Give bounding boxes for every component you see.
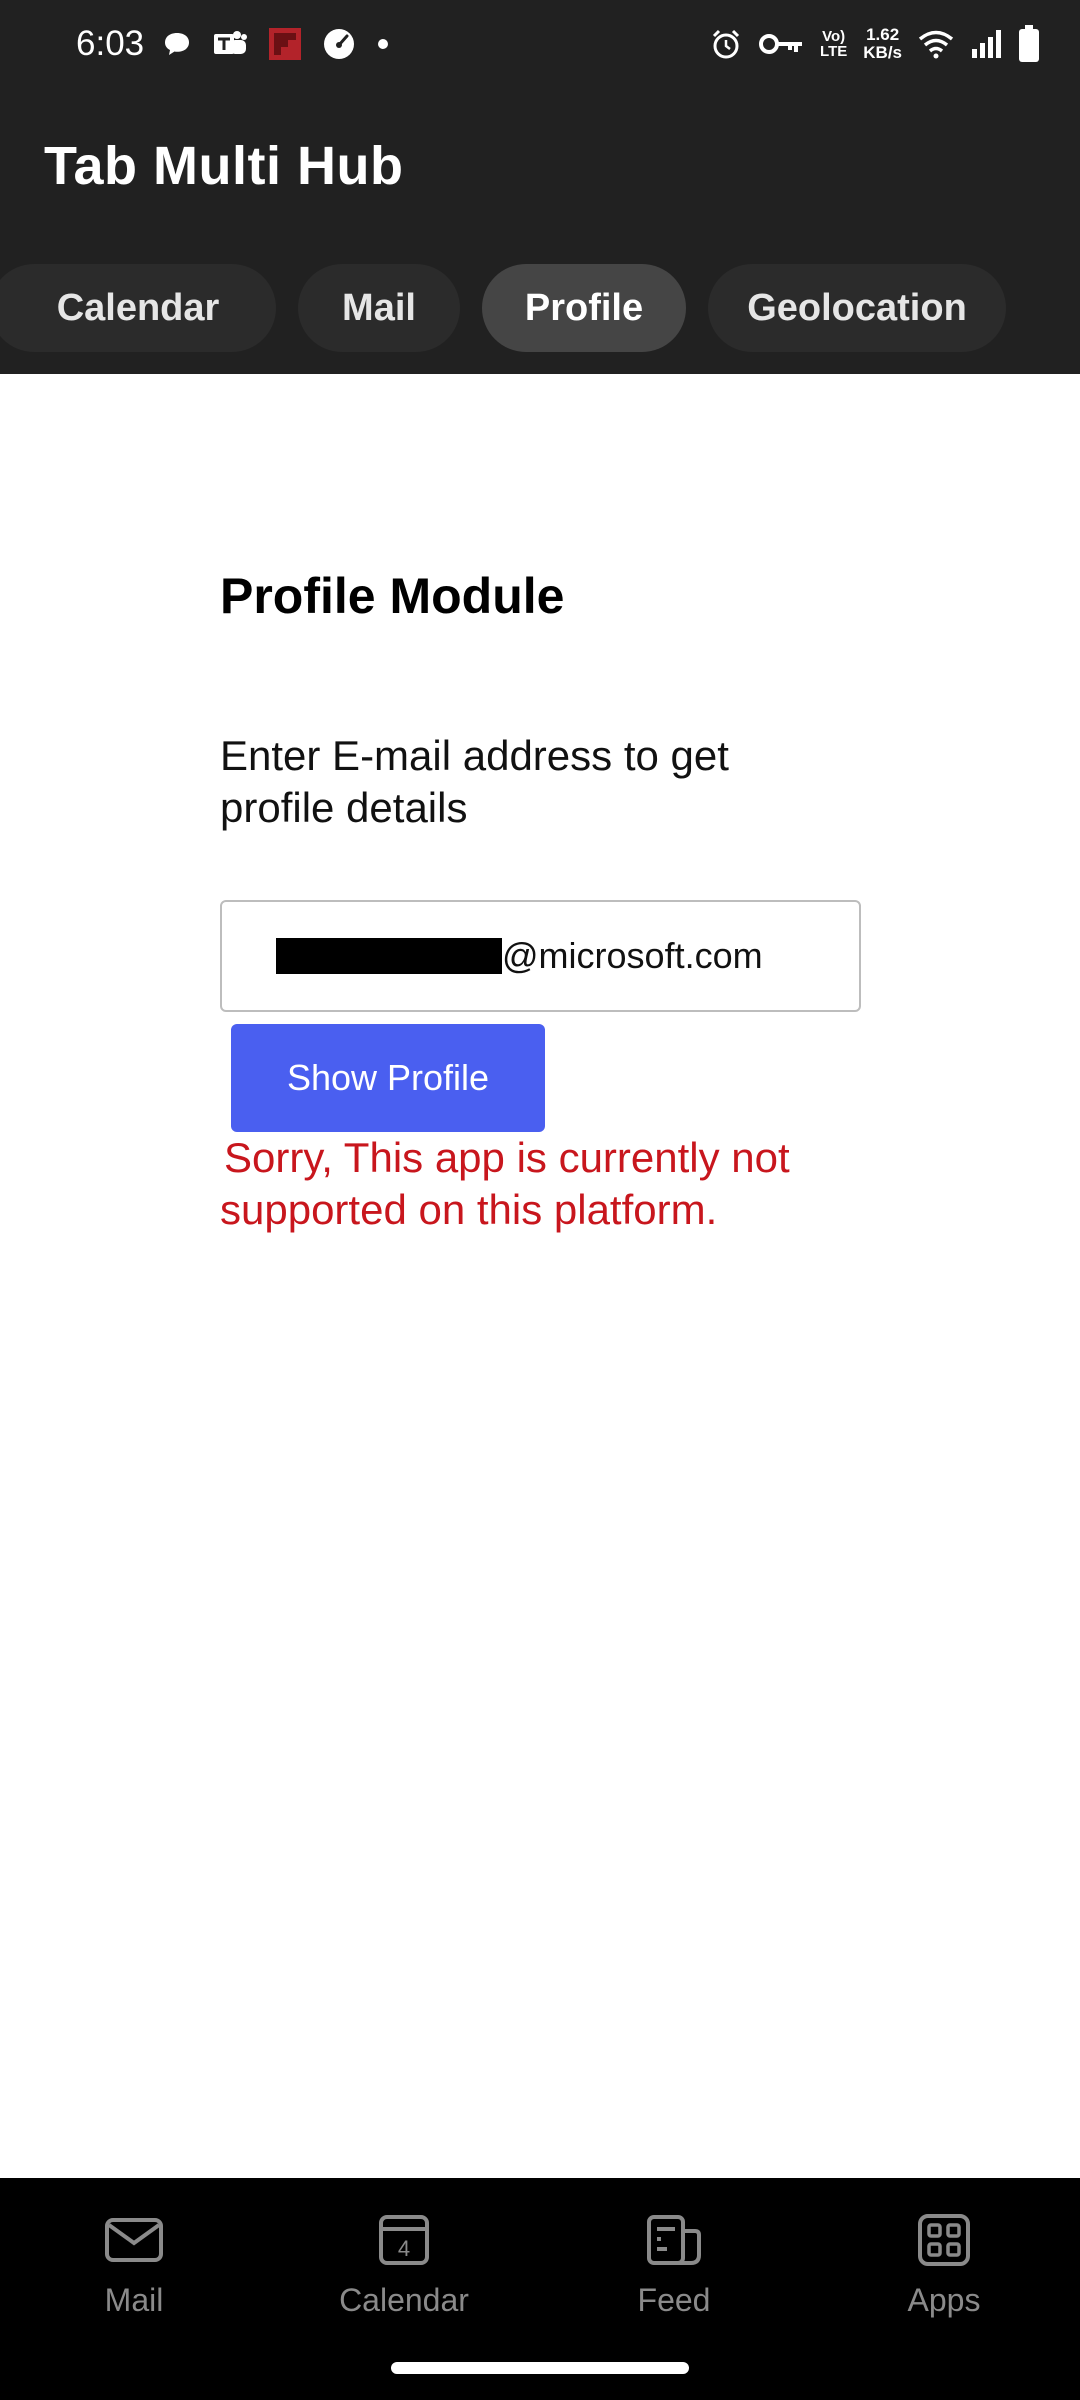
dot-icon [376, 37, 390, 51]
profile-module-content: Profile Module Enter E-mail address to g… [0, 374, 1080, 2178]
show-profile-button[interactable]: Show Profile [231, 1024, 545, 1132]
status-bar: 6:03 Vo) LTE 1.62 KB/s [0, 0, 1080, 88]
chat-bubble-icon [162, 29, 192, 59]
error-message: Sorry, This app is currently not support… [220, 1134, 790, 1233]
net-speed-icon: 1.62 KB/s [863, 26, 902, 62]
flipboard-icon [268, 27, 302, 61]
calendar-icon-day: 4 [398, 2236, 410, 2261]
app-header: Tab Multi Hub Calendar Mail Profile Geol… [0, 88, 1080, 374]
calendar-icon: 4 [304, 2208, 504, 2272]
tab-calendar[interactable]: Calendar [0, 264, 276, 352]
app-title: Tab Multi Hub [44, 136, 404, 196]
notification-icons [162, 24, 390, 64]
net-speed-unit: KB/s [863, 43, 902, 62]
net-speed-value: 1.62 [866, 25, 900, 44]
tab-geolocation[interactable]: Geolocation [708, 264, 1006, 352]
tab-profile[interactable]: Profile [482, 264, 686, 352]
mail-icon [34, 2208, 234, 2272]
vpn-key-icon [758, 31, 804, 57]
apps-icon [844, 2208, 1044, 2272]
home-indicator[interactable] [391, 2362, 689, 2374]
nav-item-calendar[interactable]: 4 Calendar [304, 2208, 504, 2338]
instruction-text: Enter E-mail address to get profile deta… [220, 732, 729, 831]
nav-label-feed: Feed [637, 2282, 711, 2318]
nav-item-feed[interactable]: Feed [574, 2208, 774, 2338]
alarm-icon [710, 28, 742, 60]
signal-icon [970, 29, 1002, 59]
page-title: Profile Module [220, 568, 565, 624]
nav-label-calendar: Calendar [339, 2282, 469, 2318]
volte-icon: Vo) LTE [820, 29, 847, 59]
nav-label-mail: Mail [104, 2282, 164, 2318]
email-field-value: @microsoft.com [502, 935, 763, 976]
feed-icon [574, 2208, 774, 2272]
redacted-email-prefix [276, 938, 502, 974]
nav-item-apps[interactable]: Apps [844, 2208, 1044, 2338]
battery-icon [1018, 25, 1040, 63]
wifi-icon [918, 29, 954, 59]
status-time: 6:03 [76, 24, 145, 63]
tab-mail[interactable]: Mail [298, 264, 460, 352]
nav-item-mail[interactable]: Mail [34, 2208, 234, 2338]
system-icons: Vo) LTE 1.62 KB/s [710, 22, 1040, 66]
nav-label-apps: Apps [907, 2282, 981, 2318]
volte-label-bottom: LTE [820, 43, 848, 60]
speedometer-icon [322, 27, 356, 61]
tab-strip: Calendar Mail Profile Geolocation [0, 264, 1080, 354]
teams-icon [212, 28, 248, 60]
email-field[interactable]: @microsoft.com [220, 900, 861, 1012]
